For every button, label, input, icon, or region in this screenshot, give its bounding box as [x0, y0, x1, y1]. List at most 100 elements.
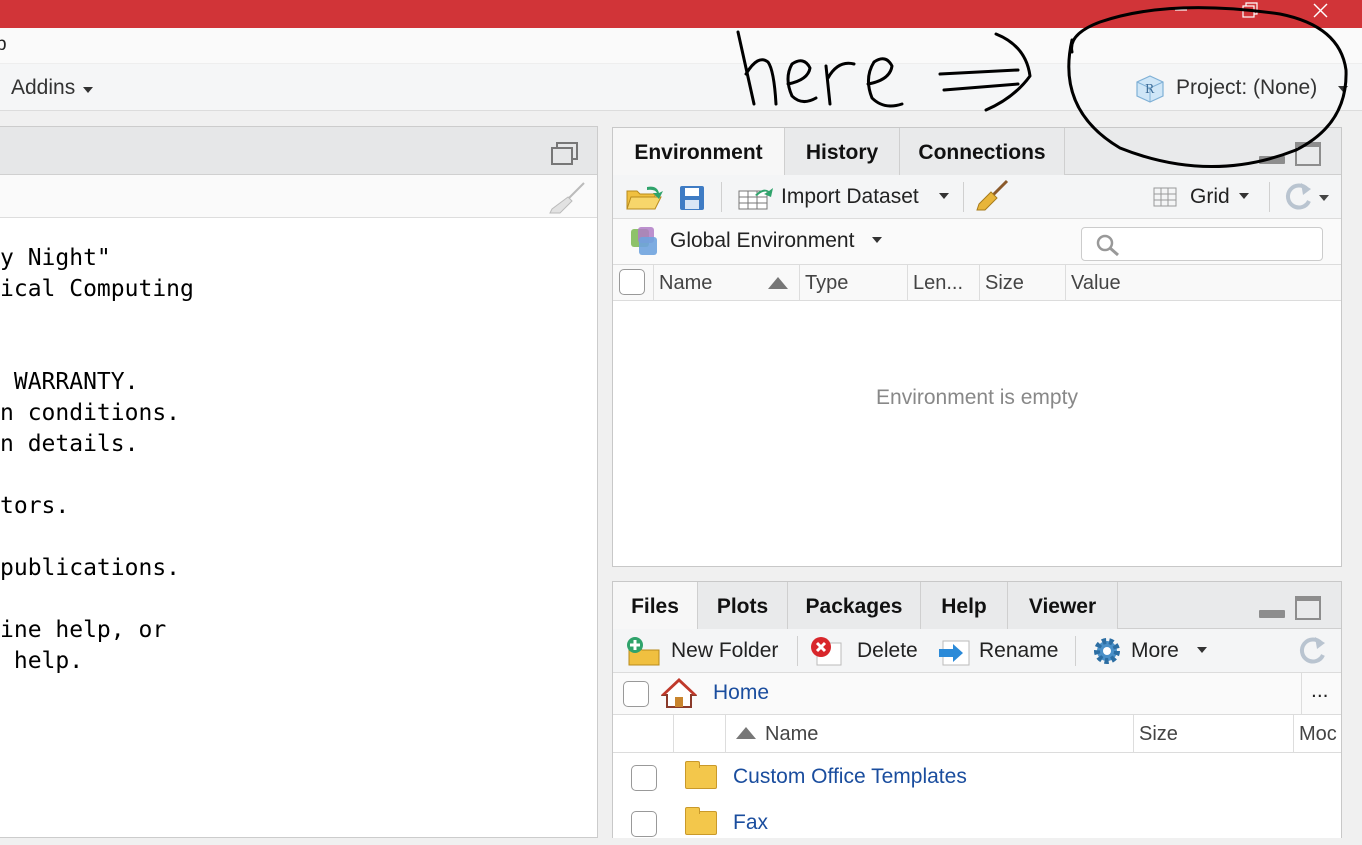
- home-icon[interactable]: [661, 677, 697, 709]
- save-icon[interactable]: [679, 185, 705, 211]
- menu-item-partial[interactable]: p: [0, 34, 7, 56]
- divider: [797, 636, 798, 666]
- close-icon[interactable]: [1298, 0, 1344, 28]
- console-line: help.: [0, 648, 84, 674]
- file-name-link[interactable]: Fax: [733, 811, 768, 835]
- delete-label: Delete: [857, 639, 918, 662]
- r-project-icon: R: [1136, 75, 1164, 103]
- tab-viewer[interactable]: Viewer: [1008, 582, 1118, 629]
- global-environment-label: Global Environment: [670, 229, 855, 252]
- chevron-down-icon: [1239, 193, 1249, 199]
- select-all-files-checkbox[interactable]: [623, 681, 649, 707]
- tab-plots[interactable]: Plots: [698, 582, 788, 629]
- main-toolbar: Addins R Project: (None): [0, 64, 1362, 111]
- maximize-pane-icon[interactable]: [1295, 596, 1321, 620]
- add-folder-icon: [627, 637, 660, 666]
- console-pane: y Night" ical Computing WARRANTY. n cond…: [0, 126, 598, 838]
- column-header-length[interactable]: Len...: [913, 272, 963, 295]
- env-search-box[interactable]: [1081, 227, 1323, 261]
- env-search-input[interactable]: [1126, 232, 1316, 256]
- project-label: Project: (None): [1176, 76, 1318, 99]
- search-icon: [1096, 234, 1119, 257]
- addins-menu-button[interactable]: Addins: [11, 76, 94, 100]
- files-table-header: Name Size Moc: [613, 715, 1341, 753]
- grid-icon: [1153, 187, 1177, 207]
- column-header-name[interactable]: Name: [765, 723, 818, 746]
- divider: [721, 182, 722, 212]
- menu-bar: p: [0, 28, 1362, 64]
- console-line: y Night": [0, 245, 111, 271]
- console-line: n conditions.: [0, 400, 181, 426]
- sort-ascending-icon[interactable]: [767, 276, 789, 290]
- minimize-icon[interactable]: [1158, 0, 1204, 28]
- project-menu-button[interactable]: R Project: (None): [1134, 74, 1362, 104]
- gear-icon: [1094, 638, 1120, 664]
- file-name-link[interactable]: Custom Office Templates: [733, 765, 967, 789]
- env-toolbar: Import Dataset Grid: [613, 175, 1341, 219]
- tab-help[interactable]: Help: [921, 582, 1008, 629]
- breadcrumb: Home ...: [613, 673, 1341, 715]
- rename-icon: [939, 640, 970, 666]
- tab-history[interactable]: History: [785, 128, 900, 175]
- restore-icon[interactable]: [1226, 0, 1272, 28]
- env-tab-bar: Environment History Connections: [613, 128, 1341, 176]
- console-line: ine help, or: [0, 617, 167, 643]
- environment-icon: [631, 227, 657, 255]
- console-header: [0, 127, 597, 175]
- column-header-name[interactable]: Name: [659, 272, 712, 295]
- table-row[interactable]: Custom Office Templates: [613, 753, 1341, 799]
- title-bar: [0, 0, 1362, 28]
- delete-icon: [811, 637, 842, 666]
- env-table-header: Name Type Len... Size Value: [613, 265, 1341, 301]
- chevron-down-icon: [83, 86, 94, 93]
- chevron-down-icon: [1197, 647, 1207, 653]
- environment-pane: Environment History Connections Import D…: [612, 127, 1342, 567]
- chevron-down-icon: [939, 193, 949, 199]
- breadcrumb-more-button[interactable]: ...: [1311, 679, 1329, 703]
- environment-empty-message: Environment is empty: [876, 386, 1078, 409]
- console-line: ical Computing: [0, 276, 194, 302]
- breadcrumb-home-link[interactable]: Home: [713, 681, 769, 705]
- select-all-checkbox[interactable]: [619, 269, 645, 295]
- column-header-type[interactable]: Type: [805, 272, 848, 295]
- divider: [1075, 636, 1076, 666]
- more-label: More: [1131, 639, 1179, 662]
- folder-icon: [685, 807, 717, 835]
- console-line: WARRANTY.: [0, 369, 139, 395]
- tab-connections[interactable]: Connections: [900, 128, 1065, 175]
- sort-ascending-icon[interactable]: [735, 726, 757, 740]
- addins-label: Addins: [11, 76, 76, 99]
- column-header-value[interactable]: Value: [1071, 272, 1121, 295]
- table-row[interactable]: Fax: [613, 799, 1341, 845]
- files-tab-bar: Files Plots Packages Help Viewer: [613, 582, 1341, 630]
- row-checkbox[interactable]: [631, 811, 657, 837]
- column-header-size[interactable]: Size: [985, 272, 1024, 295]
- svg-text:R: R: [1145, 82, 1155, 96]
- tab-packages[interactable]: Packages: [788, 582, 921, 629]
- import-table-icon: [738, 188, 773, 210]
- new-folder-label: New Folder: [671, 639, 779, 662]
- restore-pane-icon[interactable]: [550, 141, 580, 167]
- column-header-modified[interactable]: Moc: [1299, 723, 1337, 746]
- refresh-icon[interactable]: [1299, 635, 1333, 667]
- column-header-size[interactable]: Size: [1139, 723, 1178, 746]
- tab-environment[interactable]: Environment: [613, 128, 785, 176]
- console-line: publications.: [0, 555, 181, 581]
- env-scope-bar: Global Environment: [613, 219, 1341, 265]
- rename-label: Rename: [979, 639, 1059, 662]
- broom-icon[interactable]: [548, 181, 586, 215]
- broom-icon[interactable]: [975, 179, 1011, 213]
- console-line: tors.: [0, 493, 70, 519]
- grid-label: Grid: [1190, 185, 1230, 208]
- import-dataset-label: Import Dataset: [781, 185, 919, 208]
- files-toolbar: New Folder Delete Rename More: [613, 629, 1341, 673]
- open-folder-icon[interactable]: [625, 183, 665, 211]
- minimize-pane-icon[interactable]: [1259, 156, 1285, 164]
- chevron-down-icon: [872, 237, 882, 243]
- maximize-pane-icon[interactable]: [1295, 142, 1321, 166]
- minimize-pane-icon[interactable]: [1259, 610, 1285, 618]
- refresh-icon[interactable]: [1281, 181, 1331, 213]
- tab-files[interactable]: Files: [613, 582, 698, 630]
- folder-icon: [685, 761, 717, 789]
- row-checkbox[interactable]: [631, 765, 657, 791]
